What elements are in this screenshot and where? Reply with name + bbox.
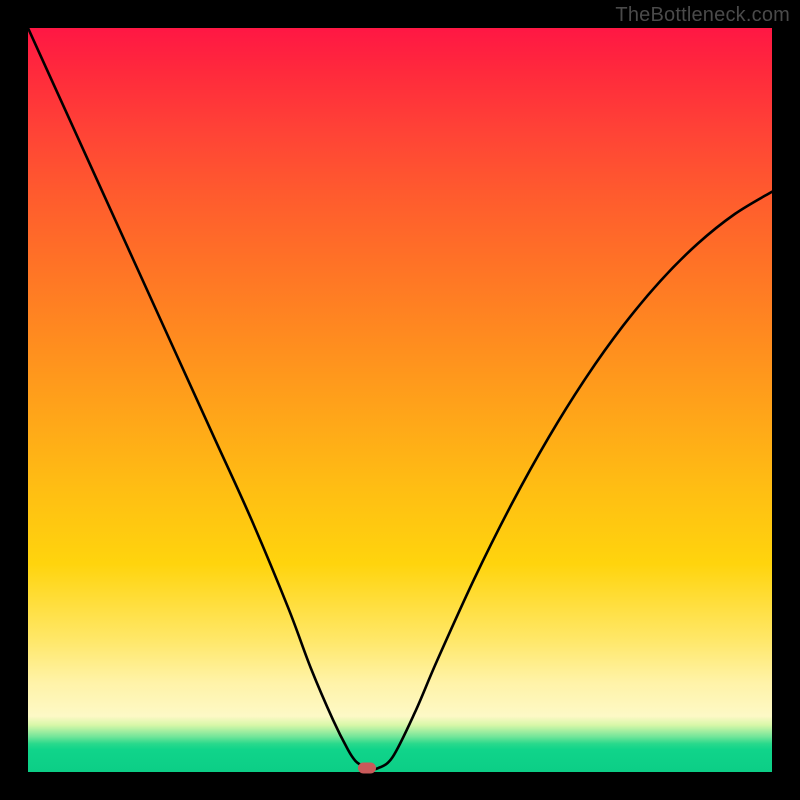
plot-area — [28, 28, 772, 772]
bottleneck-curve — [28, 28, 772, 772]
watermark-label: TheBottleneck.com — [615, 4, 790, 27]
optimal-point-marker — [358, 763, 376, 774]
chart-frame: TheBottleneck.com — [0, 0, 800, 800]
